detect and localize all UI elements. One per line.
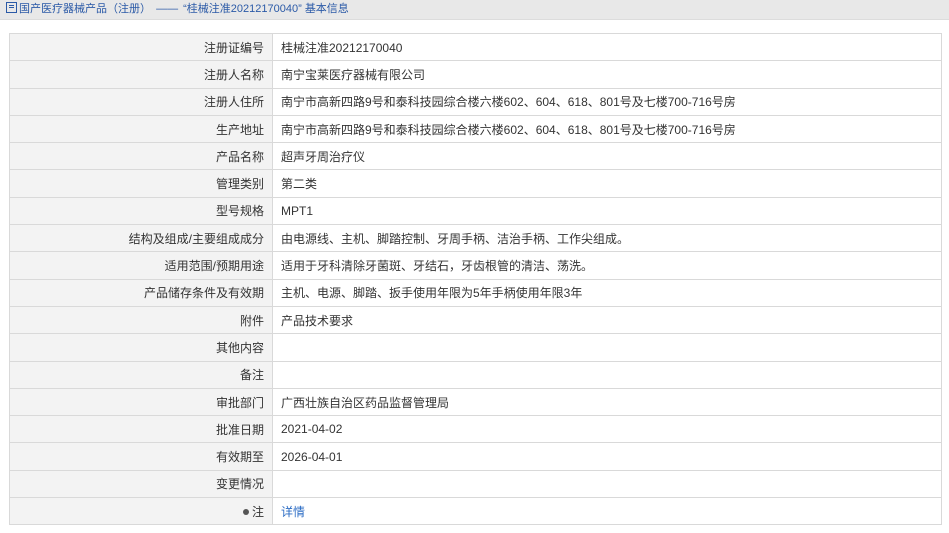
row-label: 备注 bbox=[9, 360, 273, 389]
row-label: 适用范围/预期用途 bbox=[9, 251, 273, 280]
row-value: 适用于牙科清除牙菌斑、牙结石，牙齿根管的清洁、荡洗。 bbox=[272, 251, 942, 280]
row-label: 有效期至 bbox=[9, 442, 273, 471]
document-icon bbox=[6, 2, 17, 13]
detail-table: 注册证编号 桂械注准20212170040 注册人名称 南宁宝莱医疗器械有限公司 注… bbox=[9, 32, 942, 526]
row-label: 产品名称 bbox=[9, 142, 273, 171]
table-row: 型号规格 MPT1 bbox=[9, 196, 942, 226]
row-label: 产品储存条件及有效期 bbox=[9, 278, 273, 307]
row-value: 由电源线、主机、脚踏控制、牙周手柄、洁治手柄、工作尖组成。 bbox=[272, 224, 942, 253]
table-row: 产品储存条件及有效期 主机、电源、脚踏、扳手使用年限为5年手柄使用年限3年 bbox=[9, 278, 942, 307]
table-row: 适用范围/预期用途 适用于牙科清除牙菌斑、牙结石，牙齿根管的清洁、荡洗。 bbox=[9, 251, 942, 280]
table-row: 批准日期 2021-04-02 bbox=[9, 415, 942, 444]
table-row: 备注 bbox=[9, 360, 942, 389]
row-value: 超声牙周治疗仪 bbox=[272, 142, 942, 171]
row-label: 附件 bbox=[9, 305, 273, 335]
table-row: 注 详情 bbox=[9, 497, 942, 526]
breadcrumb-separator: —— bbox=[156, 3, 179, 15]
note-label-cell: 注 bbox=[9, 497, 273, 526]
details-link[interactable]: 详情 bbox=[281, 505, 305, 519]
table-row: 其他内容 bbox=[9, 333, 942, 362]
row-label: 批准日期 bbox=[9, 415, 273, 444]
row-label: 注 bbox=[251, 504, 264, 519]
row-value bbox=[272, 469, 942, 499]
note-value-cell: 详情 bbox=[272, 497, 942, 526]
table-row: 产品名称 超声牙周治疗仪 bbox=[9, 142, 942, 171]
table-row: 管理类别 第二类 bbox=[9, 169, 942, 198]
row-value: 广西壮族自治区药品监督管理局 bbox=[272, 387, 942, 417]
row-label: 型号规格 bbox=[9, 196, 273, 226]
row-value: 2026-04-01 bbox=[272, 442, 942, 471]
breadcrumb: 国产医疗器械产品（注册） —— “桂械注准20212170040” 基本信息 bbox=[0, 0, 949, 20]
table-row: 注册证编号 桂械注准20212170040 bbox=[9, 32, 942, 62]
row-value: MPT1 bbox=[272, 196, 942, 226]
table-row: 结构及组成/主要组成成分 由电源线、主机、脚踏控制、牙周手柄、洁治手柄、工作尖组成… bbox=[9, 224, 942, 253]
pin-icon bbox=[242, 508, 249, 515]
row-value: 南宁市高新四路9号和泰科技园综合楼六楼602、604、618、801号及七楼70… bbox=[272, 87, 942, 116]
row-label: 审批部门 bbox=[9, 387, 273, 417]
row-value bbox=[272, 333, 942, 362]
row-value: 南宁市高新四路9号和泰科技园综合楼六楼602、604、618、801号及七楼70… bbox=[272, 114, 942, 144]
detail-table-container: 注册证编号 桂械注准20212170040 注册人名称 南宁宝莱医疗器械有限公司 注… bbox=[9, 32, 942, 526]
table-row: 变更情况 bbox=[9, 469, 942, 499]
row-value: 南宁宝莱医疗器械有限公司 bbox=[272, 60, 942, 89]
row-label: 变更情况 bbox=[9, 469, 273, 499]
row-label: 其他内容 bbox=[9, 333, 273, 362]
row-label: 结构及组成/主要组成成分 bbox=[9, 224, 273, 253]
breadcrumb-item: “桂械注准20212170040” bbox=[183, 3, 302, 15]
table-row: 生产地址 南宁市高新四路9号和泰科技园综合楼六楼602、604、618、801号及… bbox=[9, 114, 942, 144]
row-value: 桂械注准20212170040 bbox=[272, 32, 942, 62]
row-label: 生产地址 bbox=[9, 114, 273, 144]
row-value: 第二类 bbox=[272, 169, 942, 198]
row-label: 管理类别 bbox=[9, 169, 273, 198]
row-label: 注册人住所 bbox=[9, 87, 273, 116]
row-label: 注册人名称 bbox=[9, 60, 273, 89]
row-value: 2021-04-02 bbox=[272, 415, 942, 444]
row-value: 产品技术要求 bbox=[272, 305, 942, 335]
table-row: 审批部门 广西壮族自治区药品监督管理局 bbox=[9, 387, 942, 417]
table-row: 附件 产品技术要求 bbox=[9, 305, 942, 335]
row-value bbox=[272, 360, 942, 389]
table-row: 有效期至 2026-04-01 bbox=[9, 442, 942, 471]
row-value: 主机、电源、脚踏、扳手使用年限为5年手柄使用年限3年 bbox=[272, 278, 942, 307]
breadcrumb-page: 基本信息 bbox=[304, 3, 349, 15]
table-row: 注册人名称 南宁宝莱医疗器械有限公司 bbox=[9, 60, 942, 89]
row-label: 注册证编号 bbox=[9, 32, 273, 62]
table-row: 注册人住所 南宁市高新四路9号和泰科技园综合楼六楼602、604、618、801号… bbox=[9, 87, 942, 116]
breadcrumb-category[interactable]: 国产医疗器械产品（注册） bbox=[19, 3, 151, 15]
